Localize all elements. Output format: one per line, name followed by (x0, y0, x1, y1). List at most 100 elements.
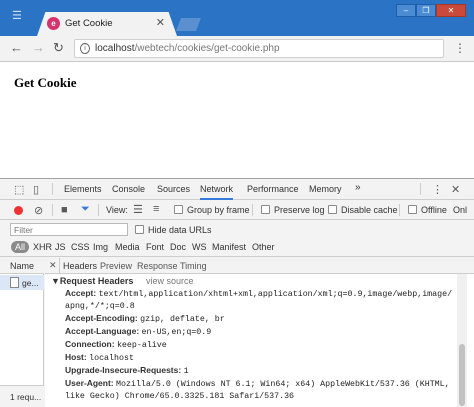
filter-funnel-icon[interactable]: ⏷ (81, 203, 90, 216)
url-host: localhost (95, 43, 135, 54)
type-filter-manifest[interactable]: Manifest (212, 242, 246, 252)
address-toolbar: ← → ↻ i localhost/webtech/cookies/get-co… (0, 36, 474, 62)
restore-icon[interactable]: ❐ (416, 4, 436, 17)
devtools-menu-icon[interactable]: ⋮ (432, 183, 443, 196)
header-value: en-US,en;q=0.9 (141, 328, 212, 337)
forward-icon[interactable]: → (32, 41, 45, 55)
divider (399, 204, 400, 216)
view-label: View: (106, 205, 128, 215)
headers-panel: ▼Request Headers view source Accept: tex… (45, 274, 460, 407)
offline-checkbox[interactable] (408, 205, 417, 214)
disable-cache-checkbox[interactable] (328, 205, 337, 214)
headers-scrollbar[interactable] (457, 274, 467, 407)
filter-field-wrap (10, 223, 128, 236)
favicon-icon: e (47, 17, 60, 30)
view-source-link[interactable]: view source (146, 276, 194, 286)
scroll-thumb[interactable] (459, 344, 465, 406)
more-tabs-icon[interactable]: » (355, 182, 361, 193)
type-filter-font[interactable]: Font (146, 242, 164, 252)
address-bar[interactable]: i localhost/webtech/cookies/get-cookie.p… (74, 39, 444, 58)
type-filter-css[interactable]: CSS (71, 242, 90, 252)
header-key: Upgrade-Insecure-Requests: (65, 365, 182, 375)
detail-tabbar: ✕ Headers Preview Response Timing (45, 258, 474, 274)
record-icon[interactable] (14, 206, 23, 215)
type-filter-ws[interactable]: WS (192, 242, 207, 252)
header-row: apng,*/*;q=0.8 (65, 300, 135, 311)
large-rows-icon[interactable]: ☰ (133, 203, 143, 216)
group-by-frame-checkbox[interactable] (174, 205, 183, 214)
window-menu-icon[interactable]: ☰ (12, 9, 22, 22)
name-column-header[interactable]: Name (0, 258, 44, 274)
browser-titlebar: ☰ e Get Cookie ✕ ‒ ❐ ✕ (0, 0, 474, 36)
request-count: 1 requ... (10, 392, 42, 402)
page-info-icon[interactable]: i (80, 43, 90, 54)
header-value: 1 (183, 367, 189, 376)
inspect-element-icon[interactable]: ⬚ (14, 183, 24, 196)
tab-preview[interactable]: Preview (100, 261, 132, 271)
preserve-log-checkbox[interactable] (261, 205, 270, 214)
type-filter-img[interactable]: Img (93, 242, 108, 252)
request-name: ge... (22, 278, 39, 288)
reload-icon[interactable]: ↻ (53, 41, 64, 55)
divider (420, 183, 421, 195)
type-filter-other[interactable]: Other (252, 242, 275, 252)
type-filter-all[interactable]: All (11, 241, 30, 253)
screenshot-camera-icon[interactable]: ■ (61, 204, 68, 216)
tab-memory[interactable]: Memory (309, 184, 342, 194)
name-column-label: Name (10, 261, 35, 271)
minimize-icon[interactable]: ‒ (396, 4, 416, 17)
request-detail: ✕ Headers Preview Response Timing ▼Reque… (45, 258, 474, 407)
header-value: apng,*/*;q=0.8 (65, 302, 135, 311)
header-key: Accept-Encoding: (65, 313, 138, 323)
header-row: Connection: keep-alive (65, 339, 167, 350)
header-value: keep-alive (116, 341, 167, 350)
tab-performance[interactable]: Performance (247, 184, 299, 194)
page-viewport: Get Cookie (0, 62, 474, 178)
tab-headers[interactable]: Headers (63, 261, 97, 271)
header-key: Host: (65, 352, 87, 362)
header-value: text/html,application/xhtml+xml,applicat… (98, 290, 453, 299)
browser-menu-icon[interactable]: ⋮ (454, 41, 466, 55)
new-tab-button[interactable] (176, 18, 201, 31)
tab-console[interactable]: Console (112, 184, 145, 194)
detail-close-icon[interactable]: ✕ (49, 260, 57, 271)
header-value: Mozilla/5.0 (Windows NT 6.1; Win64; x64)… (116, 380, 450, 389)
tab-close-icon[interactable]: ✕ (156, 16, 165, 29)
overview-icon[interactable]: ≡ (153, 203, 159, 215)
type-filter-doc[interactable]: Doc (170, 242, 186, 252)
resource-type-filters: All XHR JS CSS Img Media Font Doc WS Man… (0, 238, 474, 257)
clear-icon[interactable]: ⊘ (34, 204, 43, 217)
disable-cache-label: Disable cache (341, 205, 398, 215)
header-key: User-Agent: (65, 378, 114, 388)
page-heading: Get Cookie (14, 75, 77, 90)
hide-data-urls-label: Hide data URLs (148, 225, 212, 235)
type-filter-js[interactable]: JS (55, 242, 66, 252)
browser-tab[interactable]: e Get Cookie ✕ (37, 12, 177, 36)
request-headers-title[interactable]: ▼Request Headers (51, 276, 133, 286)
group-by-frame-label: Group by frame (187, 205, 250, 215)
tab-response[interactable]: Response (137, 261, 178, 271)
divider (59, 258, 60, 274)
header-row: Upgrade-Insecure-Requests: 1 (65, 365, 189, 376)
filter-row: Hide data URLs (0, 221, 474, 238)
header-value: gzip, deflate, br (140, 315, 225, 324)
url-path: /webtech/cookies/get-cookie.php (134, 43, 280, 54)
type-filter-xhr[interactable]: XHR (33, 242, 52, 252)
filter-input[interactable] (11, 224, 127, 235)
tab-network[interactable]: Network (200, 184, 234, 200)
tab-elements[interactable]: Elements (64, 184, 102, 194)
back-icon[interactable]: ← (10, 41, 23, 55)
header-row: Accept: text/html,application/xhtml+xml,… (65, 288, 452, 299)
type-filter-media[interactable]: Media (115, 242, 140, 252)
hide-data-urls-checkbox[interactable] (135, 225, 144, 234)
throttling-select[interactable]: Onl (453, 205, 467, 215)
tab-timing[interactable]: Timing (180, 261, 207, 271)
window-close-icon[interactable]: ✕ (436, 4, 466, 17)
header-row: Host: localhost (65, 352, 134, 363)
tab-sources[interactable]: Sources (157, 184, 190, 194)
devtools-panel: ⬚ ▯ Elements Console Sources Network Per… (0, 178, 474, 407)
device-toolbar-icon[interactable]: ▯ (33, 183, 39, 196)
preserve-log-label: Preserve log (274, 205, 325, 215)
table-row[interactable]: ge... (0, 275, 44, 290)
devtools-close-icon[interactable]: ✕ (451, 183, 460, 196)
